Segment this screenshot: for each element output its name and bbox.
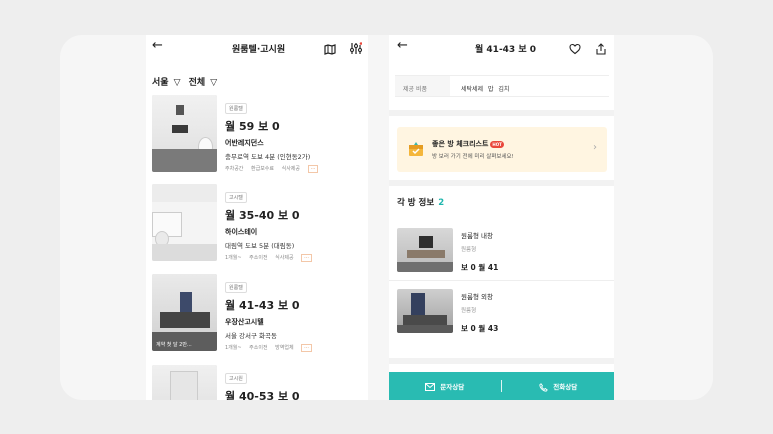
sms-consult-button[interactable]: 문자상담 xyxy=(425,381,464,391)
call-consult-button[interactable]: 전화상담 xyxy=(539,381,577,392)
map-icon[interactable] xyxy=(324,40,336,59)
listing-price: 월 59 보 0 xyxy=(225,120,280,133)
phone-icon xyxy=(539,382,553,392)
listing-tag: 주소이전 xyxy=(249,255,268,261)
section-divider xyxy=(389,358,614,364)
top-bar: ← 월 41-43 보 0 xyxy=(389,35,614,59)
listing-info: 원룸텔 월 41-43 보 0 우장산고시텔 서울 강서구 화곡동 1개월~ 주… xyxy=(225,274,365,352)
button-separator xyxy=(501,380,502,392)
listing-item[interactable]: 고시원 월 40-53 보 0 xyxy=(152,365,366,400)
heart-icon[interactable] xyxy=(569,40,581,59)
more-tags-icon[interactable]: ··· xyxy=(301,254,312,262)
listing-tags: 주차공간 환급보수료 식사제공 ··· xyxy=(225,165,365,173)
share-icon[interactable] xyxy=(595,40,607,59)
region-filter-label: 서울 xyxy=(152,78,169,88)
room-price: 보 0 월 41 xyxy=(461,263,499,272)
listing-tag: 주소이전 xyxy=(249,345,268,351)
promo-overlay: 계약 첫 달 2만... xyxy=(156,342,192,348)
listing-info: 고시텔 월 35-40 보 0 하이스테이 대림역 도보 5분 (대림동) 1개… xyxy=(225,184,365,262)
more-tags-icon[interactable]: ··· xyxy=(301,344,312,352)
listing-tag: 1개월~ xyxy=(225,345,242,351)
checklist-banner[interactable]: 좋은 방 체크리스트 HOT 방 보러 가기 전에 미리 살펴보세요! › xyxy=(397,127,607,172)
listing-tag: 방역업체 xyxy=(275,345,294,351)
listing-badge: 원룸텔 xyxy=(225,282,247,293)
type-filter[interactable]: 전체 ▽ xyxy=(189,78,217,88)
listing-name: 어반레지던스 xyxy=(225,139,264,147)
listing-item[interactable]: 계약 첫 달 2만... 원룸텔 월 41-43 보 0 우장산고시텔 서울 강… xyxy=(152,274,366,354)
listing-badge: 원룸텔 xyxy=(225,103,247,114)
sms-consult-label: 문자상담 xyxy=(440,383,465,391)
rooms-count: 2 xyxy=(438,198,445,208)
back-arrow-icon[interactable]: ← xyxy=(397,39,408,53)
room-price: 보 0 월 43 xyxy=(461,324,499,333)
room-info: 원룸형 내창 원룸형 보 0 월 41 xyxy=(461,230,498,273)
detail-screen: ← 월 41-43 보 0 제공 비품 세탁세제 밥 김치 좋은 방 체크리스트… xyxy=(389,35,614,400)
listing-tag: 환급보수료 xyxy=(251,166,275,172)
provided-items-row: 제공 비품 세탁세제 밥 김치 xyxy=(395,75,609,97)
listing-tag: 주차공간 xyxy=(225,166,244,172)
listing-tags: 1개월~ 주소이전 식사제공 ··· xyxy=(225,254,365,262)
top-bar: ← 원룸텔·고시원 xyxy=(146,35,368,59)
call-consult-label: 전화상담 xyxy=(553,383,578,391)
room-divider xyxy=(389,280,614,281)
room-item[interactable]: 원룸형 내창 원룸형 보 0 월 41 xyxy=(397,228,607,274)
checklist-box-icon xyxy=(407,140,425,162)
listing-tags: 1개월~ 주소이전 방역업체 ··· xyxy=(225,344,365,352)
room-subtitle: 원룸형 xyxy=(461,308,477,314)
room-subtitle: 원룸형 xyxy=(461,247,477,253)
room-item[interactable]: 원룸형 외창 원룸형 보 0 월 43 xyxy=(397,289,607,335)
contact-bar: 문자상담 전화상담 xyxy=(389,372,614,400)
filter-icon[interactable] xyxy=(349,40,363,59)
listing-name: 우장산고시텔 xyxy=(225,318,264,326)
listing-photo: 계약 첫 달 2만... xyxy=(152,274,217,351)
listing-photo xyxy=(152,365,217,400)
chevron-right-icon: › xyxy=(593,142,597,153)
listing-screen: ← 원룸텔·고시원 서울 ▽ 전체 ▽ 원룸텔 월 59 보 0 어반레지던스 충무… xyxy=(146,35,368,400)
provided-items-label: 제공 비품 xyxy=(395,76,450,96)
listing-name: 하이스테이 xyxy=(225,228,258,236)
listing-item[interactable]: 고시텔 월 35-40 보 0 하이스테이 대림역 도보 5분 (대림동) 1개… xyxy=(152,184,366,264)
listing-badge: 고시텔 xyxy=(225,192,247,203)
checklist-title-text: 좋은 방 체크리스트 xyxy=(432,140,489,148)
checklist-subtitle: 방 보러 가기 전에 미리 살펴보세요! xyxy=(432,154,514,160)
page-title: 월 41-43 보 0 xyxy=(475,45,537,55)
back-arrow-icon[interactable]: ← xyxy=(152,39,163,53)
section-divider xyxy=(389,110,614,116)
listing-item[interactable]: 원룸텔 월 59 보 0 어반레지던스 충무로역 도보 4분 (인현동2가) 주… xyxy=(152,95,366,175)
hot-badge: HOT xyxy=(490,140,504,148)
listing-badge: 고시원 xyxy=(225,373,247,384)
listing-location: 대림역 도보 5분 (대림동) xyxy=(225,242,295,250)
listing-tag: 1개월~ xyxy=(225,255,242,261)
listing-price: 월 35-40 보 0 xyxy=(225,209,300,222)
provided-items-value: 세탁세제 밥 김치 xyxy=(461,86,510,93)
listing-location: 충무로역 도보 4분 (인현동2가) xyxy=(225,153,311,161)
listing-tag: 식사제공 xyxy=(275,255,294,261)
rooms-header-label: 각 방 정보 xyxy=(397,198,435,208)
listing-photo xyxy=(152,95,217,172)
region-filter[interactable]: 서울 ▽ xyxy=(152,78,180,88)
room-title: 원룸형 외창 xyxy=(461,293,493,301)
room-info: 원룸형 외창 원룸형 보 0 월 43 xyxy=(461,291,498,334)
checklist-title: 좋은 방 체크리스트 HOT xyxy=(432,139,504,149)
more-tags-icon[interactable]: ··· xyxy=(307,165,319,173)
listing-tag: 식사제공 xyxy=(281,166,301,172)
page-title: 원룸텔·고시원 xyxy=(232,45,286,55)
listing-photo xyxy=(152,184,217,261)
room-photo xyxy=(397,228,453,272)
listing-price: 월 40-53 보 0 xyxy=(225,390,300,400)
listing-info: 원룸텔 월 59 보 0 어반레지던스 충무로역 도보 4분 (인현동2가) 주… xyxy=(225,95,365,173)
room-title: 원룸형 내창 xyxy=(461,232,493,240)
mail-icon xyxy=(425,383,440,391)
section-divider xyxy=(389,180,614,186)
filter-row: 서울 ▽ 전체 ▽ xyxy=(152,75,222,88)
listing-location: 서울 강서구 화곡동 xyxy=(225,332,277,340)
rooms-header: 각 방 정보 2 xyxy=(397,196,444,208)
type-filter-label: 전체 xyxy=(188,78,206,88)
room-photo xyxy=(397,289,453,333)
listing-price: 월 41-43 보 0 xyxy=(225,299,300,312)
listing-info: 고시원 월 40-53 보 0 xyxy=(225,365,365,400)
